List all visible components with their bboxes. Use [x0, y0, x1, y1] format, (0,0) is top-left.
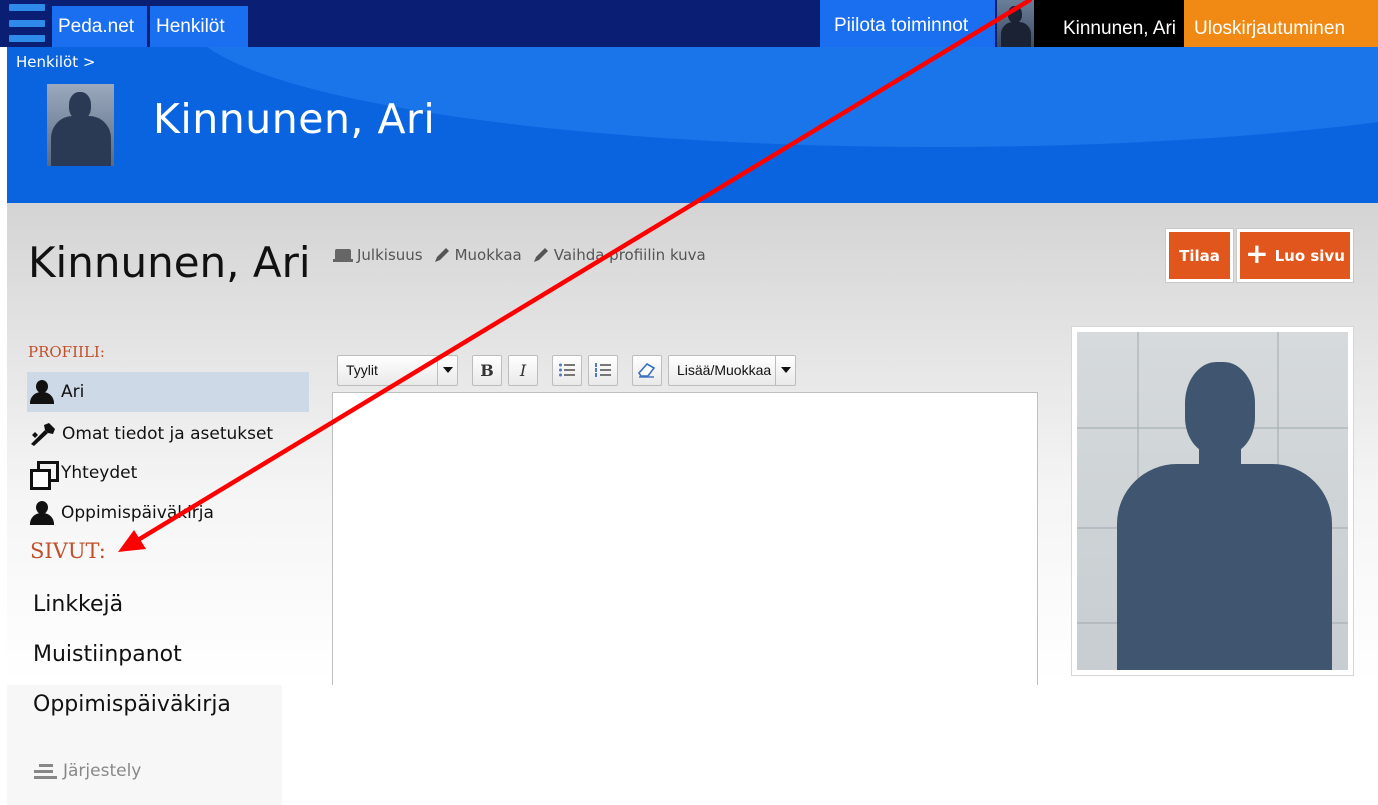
insert-edit-dropdown[interactable]: Lisää/Muokkaa	[668, 354, 796, 386]
hide-actions-button[interactable]: Piilota toiminnot	[820, 0, 995, 47]
edit-action[interactable]: Muokkaa	[433, 246, 522, 264]
profile-section-label: PROFIILI:	[28, 343, 105, 361]
sidebar-item-label: Omat tiedot ja asetukset	[62, 424, 274, 444]
logout-button[interactable]: Uloskirjautuminen	[1184, 0, 1378, 47]
tools-icon	[31, 423, 55, 446]
sidebar-item-ari[interactable]: Ari	[27, 372, 309, 412]
banner-avatar	[47, 84, 114, 166]
remove-format-button[interactable]	[632, 354, 662, 386]
subscribe-button[interactable]: Tilaa	[1165, 228, 1234, 283]
styles-dropdown[interactable]: Tyylit	[337, 354, 458, 386]
person-icon	[29, 501, 55, 525]
sidebar-item-connections[interactable]: Yhteydet	[27, 453, 309, 493]
bullet-list-icon	[559, 363, 575, 377]
create-page-button[interactable]: + Luo sivu	[1236, 228, 1354, 283]
profile-photo-image	[1077, 332, 1348, 670]
numbered-list-icon	[595, 363, 611, 377]
visibility-label: Julkisuus	[357, 246, 423, 264]
eraser-icon	[638, 362, 656, 378]
pencil-icon	[533, 248, 548, 262]
create-page-label: Luo sivu	[1274, 246, 1345, 265]
bullet-list-button[interactable]	[552, 354, 582, 386]
user-name-link[interactable]: Kinnunen, Ari	[1034, 0, 1184, 47]
plus-icon: +	[1245, 237, 1269, 270]
top-bar: Peda.net Henkilöt Piilota toiminnot Kinn…	[0, 0, 1378, 47]
edit-label: Muokkaa	[454, 246, 522, 264]
windows-icon	[29, 460, 59, 490]
pencil-icon	[434, 248, 449, 262]
sidebar-item-settings[interactable]: Omat tiedot ja asetukset	[27, 414, 309, 454]
profile-photo	[1071, 326, 1354, 676]
pages-section-label: SIVUT:	[30, 539, 106, 563]
rich-text-editor[interactable]	[332, 392, 1038, 685]
chevron-down-icon	[775, 355, 795, 385]
sidebar-item-learning-diary[interactable]: Oppimispäiväkirja	[27, 493, 309, 533]
breadcrumb[interactable]: Henkilöt >	[16, 53, 95, 71]
page-link-oppimispaivakirja[interactable]: Oppimispäiväkirja	[33, 692, 231, 717]
page-title: Kinnunen, Ari	[28, 238, 311, 287]
sidebar-item-label: Oppimispäiväkirja	[61, 503, 214, 523]
menu-icon[interactable]	[7, 2, 47, 44]
arrange-button[interactable]: Järjestely	[31, 760, 141, 782]
chevron-down-icon	[437, 355, 457, 385]
italic-button[interactable]: I	[508, 354, 538, 386]
page-actions: Julkisuus Muokkaa Vaihda profiilin kuva	[333, 246, 706, 264]
tab-henkilot[interactable]: Henkilöt	[150, 6, 248, 47]
tab-peda-net[interactable]: Peda.net	[52, 6, 147, 47]
arrange-label: Järjestely	[63, 761, 142, 781]
italic-icon: I	[519, 360, 527, 380]
change-photo-action[interactable]: Vaihda profiilin kuva	[532, 246, 706, 264]
page-link-muistiinpanot[interactable]: Muistiinpanot	[33, 642, 182, 667]
sidebar-item-label: Yhteydet	[61, 463, 138, 483]
visibility-action[interactable]: Julkisuus	[333, 246, 423, 264]
profile-banner: Henkilöt > Kinnunen, Ari	[7, 47, 1378, 203]
laptop-icon	[333, 248, 353, 262]
insert-edit-label: Lisää/Muokkaa	[677, 362, 772, 378]
editor-toolbar: Tyylit B I Lisää/Muokkaa	[337, 354, 796, 386]
subscribe-label: Tilaa	[1179, 246, 1220, 265]
styles-dropdown-label: Tyylit	[346, 362, 378, 378]
page-link-linkkeja[interactable]: Linkkejä	[33, 592, 123, 617]
person-icon	[29, 380, 55, 404]
bold-button[interactable]: B	[472, 354, 502, 386]
user-avatar[interactable]	[997, 0, 1034, 47]
banner-title: Kinnunen, Ari	[153, 95, 436, 143]
change-photo-label: Vaihda profiilin kuva	[553, 246, 706, 264]
arrange-lines-icon	[31, 760, 57, 782]
bold-icon: B	[480, 360, 494, 380]
sidebar-item-label: Ari	[61, 382, 85, 402]
numbered-list-button[interactable]	[588, 354, 618, 386]
